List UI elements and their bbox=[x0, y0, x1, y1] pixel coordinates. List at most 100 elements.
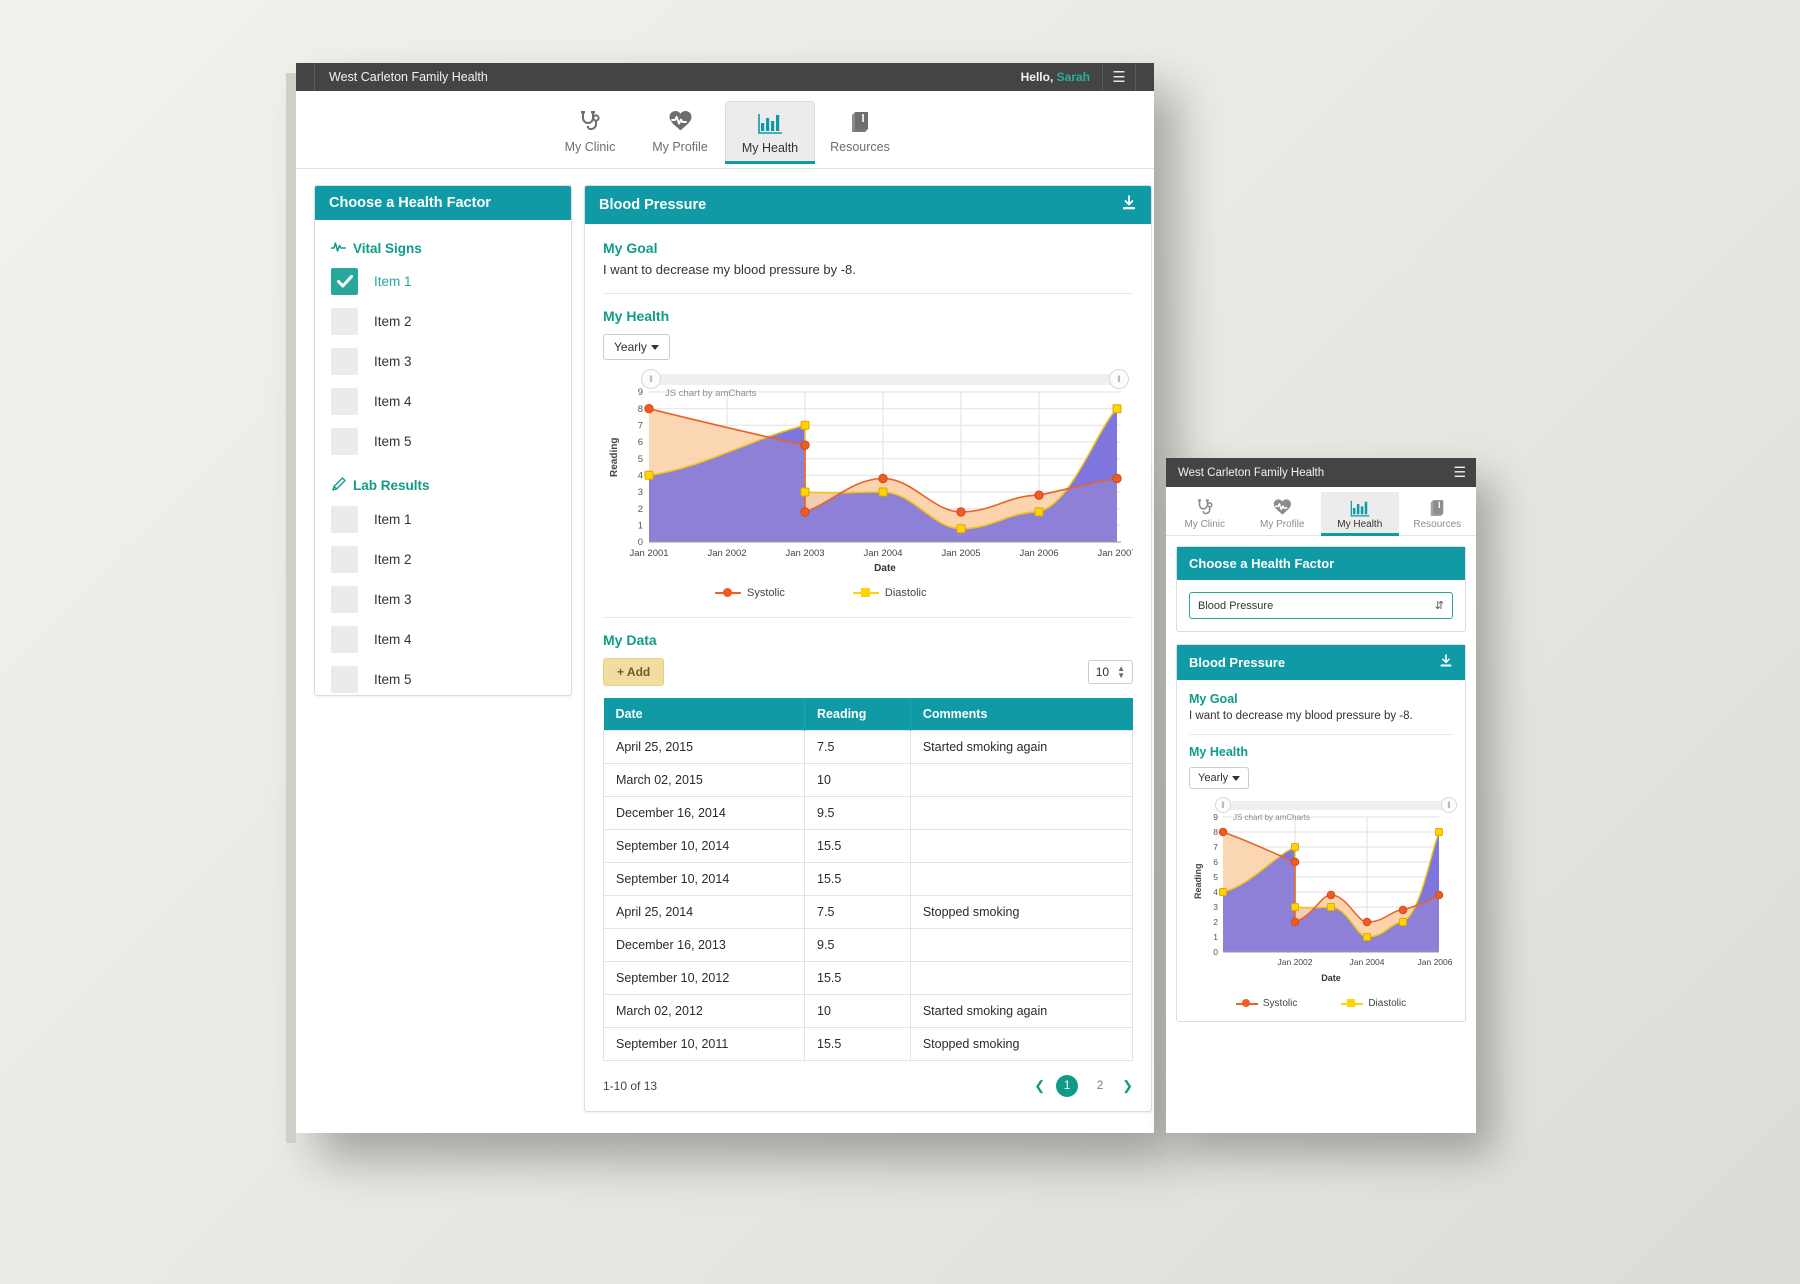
sidebar-group-label: Vital Signs bbox=[353, 240, 422, 256]
blood-pressure-chart[interactable]: ‖ ‖ JS chart by amCharts Reading 9 8 7 6… bbox=[603, 369, 1137, 599]
page-2-button[interactable]: 2 bbox=[1089, 1075, 1111, 1097]
svg-text:2: 2 bbox=[638, 504, 643, 515]
cell-date: September 10, 2011 bbox=[602, 1027, 806, 1061]
tab-label: Resources bbox=[830, 140, 890, 154]
column-header-reading[interactable]: Reading bbox=[804, 698, 911, 731]
mobile-blood-pressure-chart[interactable]: ‖ ‖ JS chart by amCharts Reading 9 8 7 6… bbox=[1189, 797, 1457, 1009]
download-icon[interactable] bbox=[1121, 195, 1137, 215]
svg-text:1: 1 bbox=[638, 521, 643, 532]
table-row[interactable]: September 10, 2011 15.5 Stopped smoking bbox=[602, 1027, 1134, 1061]
blood-pressure-panel: Blood Pressure My Goal I want to decreas… bbox=[584, 185, 1152, 1112]
sidebar-item-lab-3[interactable]: Item 3 bbox=[331, 586, 555, 613]
table-row[interactable]: March 02, 2012 10 Started smoking again bbox=[602, 994, 1134, 1028]
checkbox-icon[interactable] bbox=[331, 308, 358, 335]
cell-reading: 15.5 bbox=[804, 961, 911, 995]
tab-my-profile[interactable]: My Profile bbox=[635, 101, 725, 160]
checkbox-icon[interactable] bbox=[331, 506, 358, 533]
legend-item-systolic[interactable]: Systolic bbox=[715, 587, 785, 599]
user-name[interactable]: Sarah bbox=[1057, 70, 1090, 84]
mobile-period-row: Yearly bbox=[1189, 767, 1453, 789]
sidebar-item-label: Item 1 bbox=[374, 274, 412, 289]
sidebar-item-vital-1[interactable]: Item 1 bbox=[331, 268, 555, 295]
mobile-navigation: My Clinic My Profile My Health Resources bbox=[1166, 487, 1476, 536]
table-row[interactable]: December 16, 2013 9.5 bbox=[602, 928, 1134, 962]
table-row[interactable]: April 25, 2014 7.5 Stopped smoking bbox=[602, 895, 1134, 929]
checkbox-icon[interactable] bbox=[331, 348, 358, 375]
mobile-legend-item-diastolic[interactable]: Diastolic bbox=[1341, 998, 1406, 1009]
tab-resources[interactable]: Resources bbox=[815, 101, 905, 160]
svg-text:1: 1 bbox=[1213, 932, 1218, 942]
svg-text:5: 5 bbox=[1213, 872, 1218, 882]
column-header-comments[interactable]: Comments bbox=[910, 698, 1133, 731]
checkbox-icon[interactable] bbox=[331, 586, 358, 613]
table-row[interactable]: September 10, 2014 15.5 bbox=[602, 829, 1134, 863]
column-header-date[interactable]: Date bbox=[603, 698, 806, 731]
chevron-down-icon bbox=[650, 345, 659, 351]
page-size-stepper[interactable]: 10 ▲ ▼ bbox=[1087, 660, 1133, 684]
cell-comments: Started smoking again bbox=[909, 730, 1134, 764]
mobile-period-dropdown[interactable]: Yearly bbox=[1189, 767, 1250, 789]
cell-comments bbox=[909, 928, 1134, 962]
mobile-legend-label: Systolic bbox=[1262, 998, 1298, 1009]
sidebar-item-lab-5[interactable]: Item 5 bbox=[331, 666, 555, 693]
sidebar-item-lab-1[interactable]: Item 1 bbox=[331, 506, 555, 533]
mobile-tab-resources[interactable]: Resources bbox=[1399, 492, 1477, 535]
table-row[interactable]: April 25, 2015 7.5 Started smoking again bbox=[602, 730, 1134, 764]
checkbox-icon[interactable] bbox=[331, 666, 358, 693]
health-data-table: Date Reading Comments April 25, 2015 7.5… bbox=[602, 698, 1134, 1061]
cell-date: September 10, 2014 bbox=[602, 862, 806, 896]
table-row[interactable]: March 02, 2015 10 bbox=[602, 763, 1134, 797]
cell-comments: Started smoking again bbox=[909, 994, 1134, 1028]
sidebar-item-vital-4[interactable]: Item 4 bbox=[331, 388, 555, 415]
chevron-right-icon[interactable]: ❯ bbox=[1122, 1078, 1133, 1094]
health-factor-select[interactable]: Blood Pressure ⇵ bbox=[1189, 592, 1453, 619]
period-selector-row: Yearly bbox=[603, 334, 1133, 360]
mobile-tab-my-profile[interactable]: My Profile bbox=[1244, 492, 1322, 535]
book-icon bbox=[1399, 497, 1477, 519]
download-icon[interactable] bbox=[1439, 654, 1453, 671]
checkbox-icon[interactable] bbox=[331, 428, 358, 455]
svg-text:6: 6 bbox=[638, 437, 643, 448]
mobile-chart-legend: Systolic Diastolic bbox=[1189, 998, 1453, 1009]
sidebar-item-vital-5[interactable]: Item 5 bbox=[331, 428, 555, 455]
sidebar-item-lab-2[interactable]: Item 2 bbox=[331, 546, 555, 573]
checkbox-icon[interactable] bbox=[331, 626, 358, 653]
checkbox-icon[interactable] bbox=[331, 546, 358, 573]
page-size-value: 10 bbox=[1095, 665, 1110, 679]
mobile-app-title: West Carleton Family Health bbox=[1178, 466, 1325, 479]
legend-label: Systolic bbox=[747, 587, 785, 599]
hamburger-icon[interactable]: ☰ bbox=[1453, 464, 1466, 481]
mobile-legend-swatch-systolic bbox=[1235, 999, 1258, 1007]
add-button[interactable]: + Add bbox=[603, 658, 665, 686]
sidebar-item-vital-2[interactable]: Item 2 bbox=[331, 308, 555, 335]
mobile-chart-zoom-handle-right[interactable]: ‖ bbox=[1441, 797, 1457, 813]
sidebar-group-lab-results: Lab Results bbox=[331, 477, 555, 494]
checkbox-checked-icon[interactable] bbox=[331, 268, 358, 295]
chart-zoom-handle-left[interactable]: ‖ bbox=[641, 369, 661, 389]
mobile-tab-my-clinic[interactable]: My Clinic bbox=[1166, 492, 1244, 535]
table-row[interactable]: September 10, 2014 15.5 bbox=[602, 862, 1134, 896]
stepper-arrows-icon[interactable]: ▲ ▼ bbox=[1117, 665, 1125, 680]
sidebar-item-label: Item 1 bbox=[374, 512, 412, 527]
mobile-legend-item-systolic[interactable]: Systolic bbox=[1235, 998, 1298, 1009]
chart-credit: JS chart by amCharts bbox=[665, 388, 757, 399]
page-1-button[interactable]: 1 bbox=[1056, 1075, 1079, 1097]
mobile-tab-label: My Profile bbox=[1260, 519, 1305, 530]
table-row[interactable]: December 16, 2014 9.5 bbox=[602, 796, 1134, 830]
chart-legend: Systolic Diastolic bbox=[603, 587, 1133, 599]
chart-zoom-handle-right[interactable]: ‖ bbox=[1109, 369, 1129, 389]
mobile-chart-zoom-scrollbar[interactable]: ‖ ‖ bbox=[1215, 797, 1457, 813]
checkbox-icon[interactable] bbox=[331, 388, 358, 415]
table-row[interactable]: September 10, 2012 15.5 bbox=[602, 961, 1134, 995]
tab-my-clinic[interactable]: My Clinic bbox=[545, 101, 635, 160]
chart-zoom-scrollbar[interactable]: ‖ ‖ bbox=[641, 369, 1129, 389]
sidebar-item-lab-4[interactable]: Item 4 bbox=[331, 626, 555, 653]
legend-item-diastolic[interactable]: Diastolic bbox=[852, 587, 926, 599]
mobile-chart-zoom-handle-left[interactable]: ‖ bbox=[1215, 797, 1231, 813]
chevron-left-icon[interactable]: ❮ bbox=[1034, 1078, 1045, 1094]
sidebar-item-vital-3[interactable]: Item 3 bbox=[331, 348, 555, 375]
period-dropdown[interactable]: Yearly bbox=[603, 334, 670, 360]
tab-my-health[interactable]: My Health bbox=[725, 101, 815, 164]
hamburger-icon[interactable]: ☰ bbox=[1102, 63, 1136, 91]
mobile-tab-my-health[interactable]: My Health bbox=[1321, 492, 1399, 536]
